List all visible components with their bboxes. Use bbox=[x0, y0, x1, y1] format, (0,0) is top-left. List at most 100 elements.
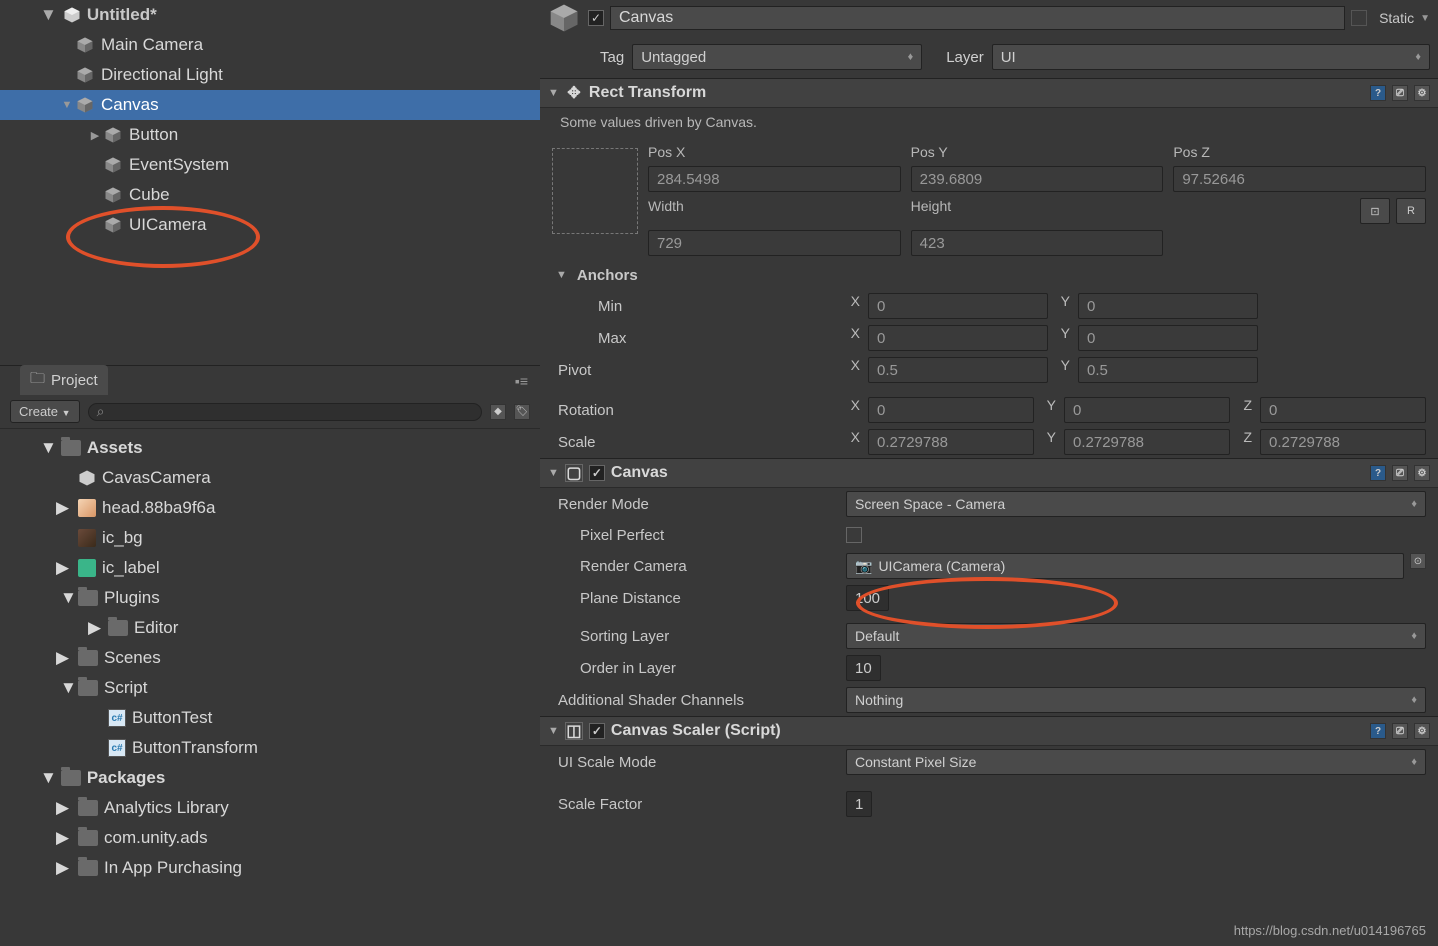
help-icon[interactable]: ? bbox=[1370, 465, 1386, 481]
fold-icon[interactable]: ▼ bbox=[548, 725, 559, 737]
asset-item[interactable]: ▶ com.unity.ads bbox=[0, 823, 540, 853]
sx-field[interactable]: 0.2729788 bbox=[868, 429, 1034, 455]
preset-icon[interactable]: ⎚ bbox=[1392, 85, 1408, 101]
fold-icon[interactable]: ▼ bbox=[548, 87, 559, 99]
fold-icon[interactable]: ▼ bbox=[40, 768, 57, 788]
gear-icon[interactable]: ⚙ bbox=[1414, 465, 1430, 481]
max-label: Max bbox=[552, 330, 842, 347]
assets-root[interactable]: ▼Assets bbox=[0, 433, 540, 463]
preset-icon[interactable]: ⎚ bbox=[1392, 723, 1408, 739]
plane-distance-field[interactable]: 100 bbox=[846, 585, 889, 611]
fold-icon[interactable]: ▼ bbox=[60, 678, 77, 698]
project-tab[interactable]: 🗀 Project bbox=[20, 365, 108, 396]
render-camera-field[interactable]: 📷UICamera (Camera) bbox=[846, 553, 1404, 579]
maxy-field[interactable]: 0 bbox=[1078, 325, 1258, 351]
asset-item[interactable]: CavasCamera bbox=[0, 463, 540, 493]
scale-mode-dropdown[interactable]: Constant Pixel Size♦ bbox=[846, 749, 1426, 775]
fold-icon[interactable]: ▶ bbox=[56, 828, 69, 848]
asset-item[interactable]: ▶head.88ba9f6a bbox=[0, 493, 540, 523]
filter-icon[interactable]: ◆ bbox=[490, 404, 506, 420]
object-picker-icon[interactable]: ⊙ bbox=[1410, 553, 1426, 569]
hierarchy-item[interactable]: ▼Canvas bbox=[0, 90, 540, 120]
sy-field[interactable]: 0.2729788 bbox=[1064, 429, 1230, 455]
minx-field[interactable]: 0 bbox=[868, 293, 1048, 319]
preset-icon[interactable]: ⎚ bbox=[1392, 465, 1408, 481]
scene-header[interactable]: ▼ Untitled* bbox=[0, 0, 540, 30]
asset-item[interactable]: ▶Analytics Library bbox=[0, 793, 540, 823]
fold-icon[interactable]: ▶ bbox=[56, 648, 69, 668]
fold-icon[interactable]: ▶ bbox=[88, 129, 102, 142]
hierarchy-item[interactable]: UICamera bbox=[0, 210, 540, 240]
help-icon[interactable]: ? bbox=[1370, 723, 1386, 739]
static-dropdown-icon[interactable]: ▼ bbox=[1420, 13, 1430, 24]
posz-field[interactable]: 97.52646 bbox=[1173, 166, 1426, 192]
active-checkbox[interactable]: ✓ bbox=[588, 10, 604, 26]
roty-field[interactable]: 0 bbox=[1064, 397, 1230, 423]
hierarchy-item[interactable]: EventSystem bbox=[0, 150, 540, 180]
panel-menu-icon[interactable]: ▪≡ bbox=[515, 373, 528, 389]
fold-icon[interactable]: ▶ bbox=[56, 558, 69, 578]
canvas-scaler-header[interactable]: ▼ ◫ ✓ Canvas Scaler (Script) ? ⎚ ⚙ bbox=[540, 716, 1438, 746]
fold-icon[interactable]: ▼ bbox=[556, 269, 567, 281]
asset-item[interactable]: c#ButtonTest bbox=[0, 703, 540, 733]
help-icon[interactable]: ? bbox=[1370, 85, 1386, 101]
fold-icon[interactable]: ▼ bbox=[548, 467, 559, 479]
sz-field[interactable]: 0.2729788 bbox=[1260, 429, 1426, 455]
hierarchy-item[interactable]: ▶Button bbox=[0, 120, 540, 150]
hierarchy-item[interactable]: Directional Light bbox=[0, 60, 540, 90]
raw-icon[interactable]: R bbox=[1396, 198, 1426, 224]
scale-factor-field[interactable]: 1 bbox=[846, 791, 872, 817]
fold-icon[interactable]: ▶ bbox=[56, 498, 69, 518]
order-in-layer-field[interactable]: 10 bbox=[846, 655, 881, 681]
gear-icon[interactable]: ⚙ bbox=[1414, 85, 1430, 101]
height-field[interactable]: 423 bbox=[911, 230, 1164, 256]
asset-item[interactable]: ▶ic_label bbox=[0, 553, 540, 583]
blueprint-icon[interactable]: ⊡ bbox=[1360, 198, 1390, 224]
fold-icon[interactable]: ▼ bbox=[40, 438, 57, 458]
packages-root[interactable]: ▼Packages bbox=[0, 763, 540, 793]
anchor-preset[interactable] bbox=[552, 148, 638, 234]
fold-icon[interactable]: ▶ bbox=[88, 618, 101, 638]
canvas-enabled-checkbox[interactable]: ✓ bbox=[589, 465, 605, 481]
hierarchy-item[interactable]: Cube bbox=[0, 180, 540, 210]
rotation-label: Rotation bbox=[552, 402, 842, 419]
fold-icon[interactable]: ▶ bbox=[56, 798, 69, 818]
asset-item[interactable]: ▼Script bbox=[0, 673, 540, 703]
asset-item[interactable]: c#ButtonTransform bbox=[0, 733, 540, 763]
pivotx-field[interactable]: 0.5 bbox=[868, 357, 1048, 383]
fold-icon[interactable]: ▼ bbox=[40, 5, 57, 25]
fold-icon[interactable]: ▶ bbox=[56, 858, 69, 878]
asset-item[interactable]: ic_bg bbox=[0, 523, 540, 553]
scaler-enabled-checkbox[interactable]: ✓ bbox=[589, 723, 605, 739]
rotz-field[interactable]: 0 bbox=[1260, 397, 1426, 423]
pivoty-field[interactable]: 0.5 bbox=[1078, 357, 1258, 383]
maxx-field[interactable]: 0 bbox=[868, 325, 1048, 351]
static-checkbox[interactable] bbox=[1351, 10, 1367, 26]
create-button[interactable]: Create ▼ bbox=[10, 400, 80, 423]
layer-dropdown[interactable]: UI♦ bbox=[992, 44, 1430, 70]
rect-transform-header[interactable]: ▼ ✥ Rect Transform ? ⎚ ⚙ bbox=[540, 78, 1438, 108]
fold-icon[interactable]: ▼ bbox=[60, 99, 74, 111]
pixel-perfect-checkbox[interactable] bbox=[846, 527, 862, 543]
canvas-component-header[interactable]: ▼ ▢ ✓ Canvas ? ⎚ ⚙ bbox=[540, 458, 1438, 488]
rotx-field[interactable]: 0 bbox=[868, 397, 1034, 423]
asset-item[interactable]: ▼Plugins bbox=[0, 583, 540, 613]
asset-item[interactable]: ▶In App Purchasing bbox=[0, 853, 540, 883]
asset-item-label: com.unity.ads bbox=[104, 828, 208, 848]
asset-item[interactable]: ▶Editor bbox=[0, 613, 540, 643]
additional-channels-dropdown[interactable]: Nothing♦ bbox=[846, 687, 1426, 713]
fold-icon[interactable]: ▼ bbox=[60, 588, 77, 608]
posx-field[interactable]: 284.5498 bbox=[648, 166, 901, 192]
search-input[interactable]: ⌕ bbox=[88, 403, 482, 421]
sorting-layer-dropdown[interactable]: Default♦ bbox=[846, 623, 1426, 649]
object-name-field[interactable]: Canvas bbox=[610, 6, 1345, 30]
render-mode-dropdown[interactable]: Screen Space - Camera♦ bbox=[846, 491, 1426, 517]
width-field[interactable]: 729 bbox=[648, 230, 901, 256]
miny-field[interactable]: 0 bbox=[1078, 293, 1258, 319]
tag-icon[interactable]: 🏷 bbox=[514, 404, 530, 420]
hierarchy-item[interactable]: Main Camera bbox=[0, 30, 540, 60]
gear-icon[interactable]: ⚙ bbox=[1414, 723, 1430, 739]
asset-item[interactable]: ▶Scenes bbox=[0, 643, 540, 673]
posy-field[interactable]: 239.6809 bbox=[911, 166, 1164, 192]
tag-dropdown[interactable]: Untagged♦ bbox=[632, 44, 922, 70]
